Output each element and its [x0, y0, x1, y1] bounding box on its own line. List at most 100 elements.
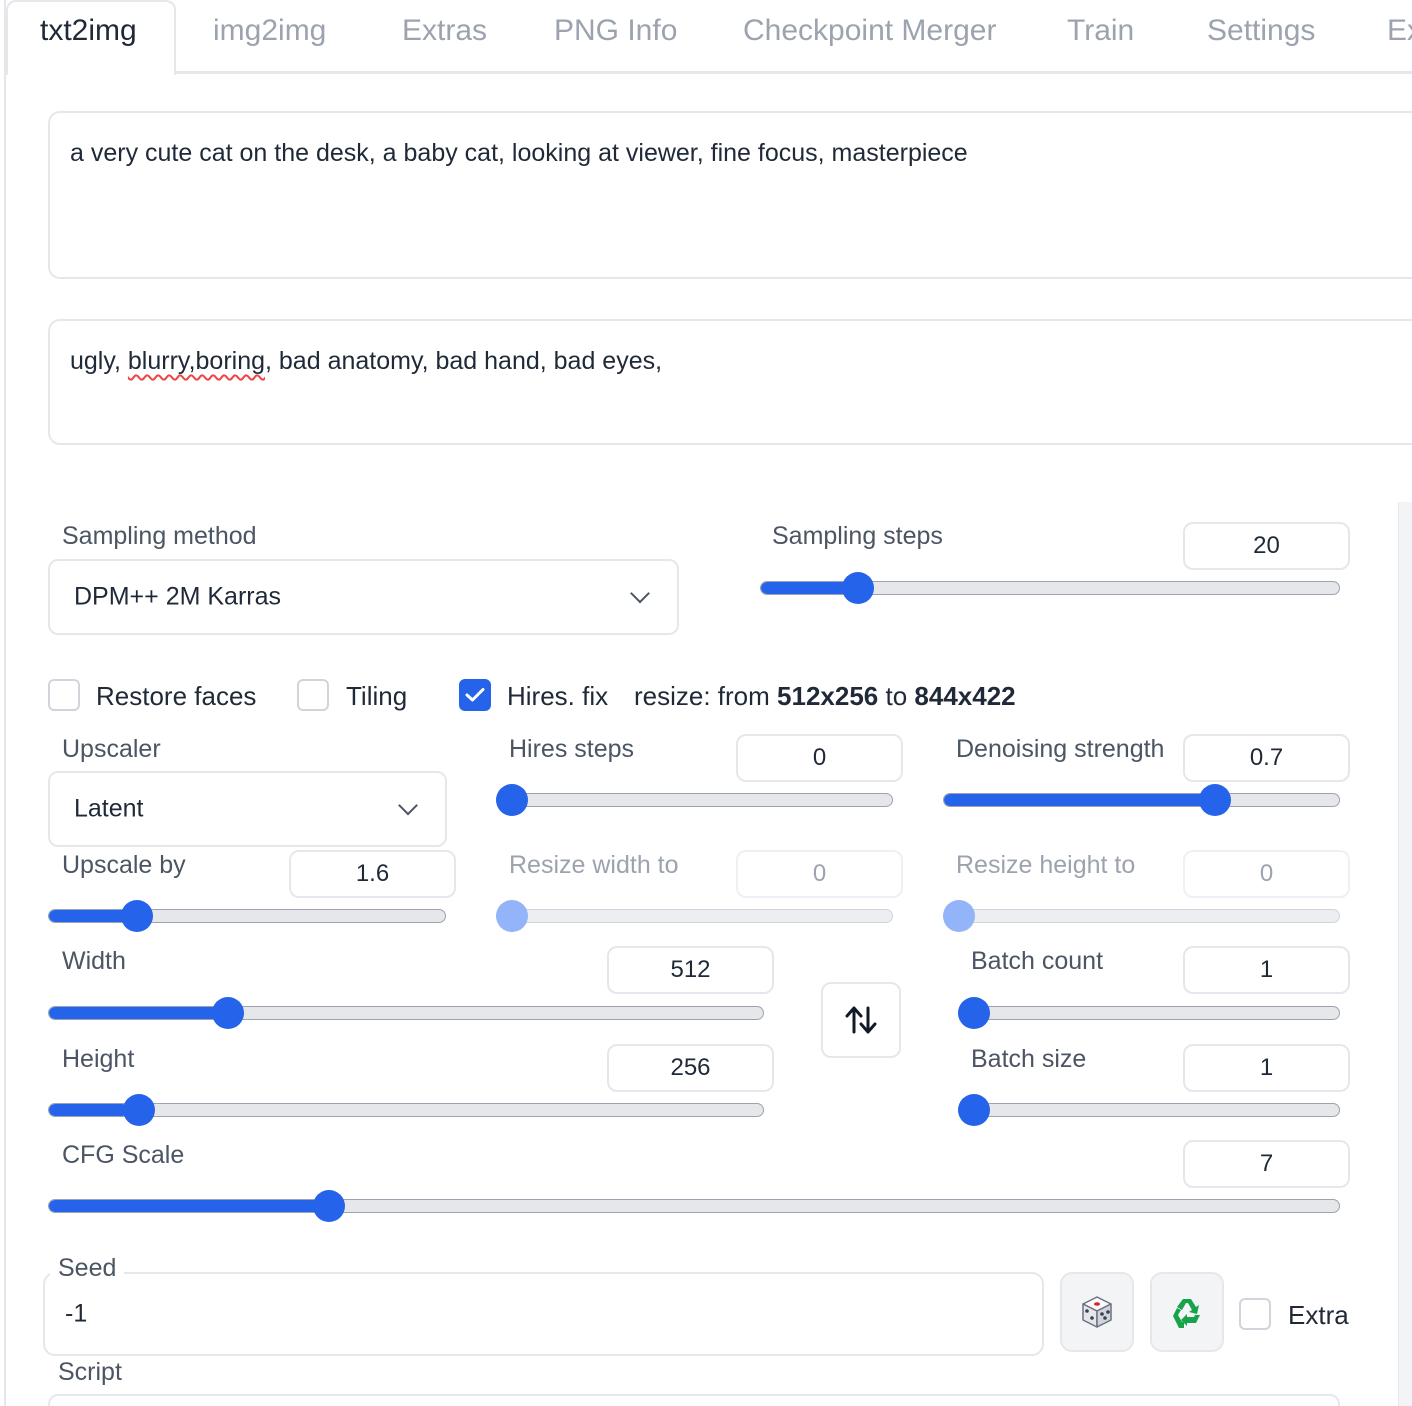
sampling-steps-input[interactable]: 20: [1183, 522, 1350, 570]
tiling-checkbox[interactable]: [297, 679, 329, 711]
prompt-text: a very cute cat on the desk, a baby cat,…: [70, 139, 968, 167]
batch-count-label: Batch count: [971, 947, 1104, 975]
tab-settings[interactable]: Settings: [1207, 14, 1315, 48]
reuse-seed-button[interactable]: [1150, 1272, 1224, 1352]
sampling-method-label: Sampling method: [62, 522, 257, 550]
tab-checkpoint-merger[interactable]: Checkpoint Merger: [743, 14, 996, 48]
resize-height-input[interactable]: 0: [1183, 850, 1350, 898]
script-dropdown[interactable]: [48, 1394, 1340, 1406]
batch-count-track[interactable]: [958, 1006, 1340, 1020]
hires-steps-input[interactable]: 0: [736, 734, 903, 782]
tab-txt2img[interactable]: txt2img: [40, 14, 137, 48]
swap-dimensions-button[interactable]: [821, 982, 901, 1058]
height-label: Height: [62, 1045, 135, 1073]
height-input[interactable]: 256: [607, 1044, 774, 1092]
seed-value: -1: [65, 1299, 88, 1328]
cfg-scale-track[interactable]: [48, 1199, 1340, 1213]
seed-input[interactable]: -1: [43, 1272, 1044, 1356]
sampling-steps-thumb[interactable]: [842, 572, 875, 604]
resize-hint-prefix: resize: from: [634, 681, 778, 711]
resize-hint: resize: from 512x256 to 844x422: [634, 681, 1016, 712]
checkmark-icon: [465, 688, 485, 702]
height-fill: [49, 1104, 128, 1116]
sampling-steps-fill: [761, 582, 848, 594]
tab-img2img[interactable]: img2img: [213, 14, 326, 48]
right-panel-edge: [1398, 502, 1412, 1406]
hires-fix-label: Hires. fix: [507, 681, 609, 711]
width-label: Width: [62, 947, 126, 975]
script-label: Script: [58, 1358, 122, 1386]
resize-from-size: 512x256: [777, 681, 879, 711]
swap-vertical-arrows-icon: [845, 1006, 877, 1034]
upscale-by-thumb[interactable]: [121, 900, 154, 932]
tab-png-info[interactable]: PNG Info: [554, 14, 677, 48]
upscale-by-input[interactable]: 1.6: [289, 850, 456, 898]
resize-width-thumb[interactable]: [496, 900, 528, 932]
height-track[interactable]: [48, 1103, 764, 1117]
spellcheck-flagged-text: blurry,boring: [127, 347, 266, 375]
recycle-icon: [1173, 1299, 1200, 1328]
width-track[interactable]: [48, 1006, 764, 1020]
hires-steps-label: Hires steps: [509, 735, 635, 763]
tiling-label: Tiling: [346, 681, 408, 711]
seed-label: Seed: [50, 1254, 125, 1283]
batch-size-thumb[interactable]: [958, 1094, 990, 1126]
cfg-scale-label: CFG Scale: [62, 1141, 185, 1169]
resize-width-input[interactable]: 0: [736, 850, 903, 898]
chevron-down-icon: [630, 583, 650, 604]
sampling-method-dropdown[interactable]: DPM++ 2M Karras: [48, 559, 679, 635]
denoising-strength-fill: [944, 794, 1221, 806]
denoising-strength-thumb[interactable]: [1198, 784, 1231, 816]
hires-fix-checkbox[interactable]: [459, 679, 491, 711]
upscaler-label: Upscaler: [62, 735, 161, 763]
denoising-strength-label: Denoising strength: [956, 735, 1165, 763]
denoising-strength-input[interactable]: 0.7: [1183, 734, 1350, 782]
dice-icon: [1082, 1296, 1112, 1328]
width-fill: [49, 1007, 221, 1019]
negative-prompt-part: ugly,: [70, 347, 128, 375]
sampling-method-value: DPM++ 2M Karras: [74, 582, 282, 611]
resize-height-thumb[interactable]: [943, 900, 975, 932]
resize-hint-middle: to: [878, 681, 915, 711]
prompt-textarea[interactable]: a very cute cat on the desk, a baby cat,…: [48, 111, 1412, 279]
upscale-by-label: Upscale by: [62, 851, 186, 879]
tab-extensions[interactable]: Ex: [1387, 14, 1412, 48]
width-thumb[interactable]: [212, 997, 245, 1029]
batch-size-label: Batch size: [971, 1045, 1087, 1073]
batch-size-input[interactable]: 1: [1183, 1044, 1350, 1092]
sampling-steps-label: Sampling steps: [772, 522, 943, 550]
tab-train[interactable]: Train: [1067, 14, 1134, 48]
batch-size-track[interactable]: [958, 1103, 1340, 1117]
batch-count-thumb[interactable]: [958, 997, 990, 1029]
resize-height-label: Resize height to: [956, 851, 1136, 879]
hires-steps-thumb[interactable]: [496, 784, 528, 816]
width-input[interactable]: 512: [607, 946, 774, 994]
extra-seed-checkbox[interactable]: [1239, 1298, 1271, 1330]
chevron-down-icon: [398, 795, 418, 816]
negative-prompt-part: , bad anatomy, bad hand, bad eyes,: [265, 347, 663, 375]
tab-bar-underline: [176, 71, 1412, 74]
cfg-scale-fill: [49, 1200, 320, 1212]
upscaler-dropdown[interactable]: Latent: [48, 771, 447, 847]
cfg-scale-input[interactable]: 7: [1183, 1140, 1350, 1188]
restore-faces-label: Restore faces: [96, 681, 257, 711]
resize-to-size: 844x422: [914, 681, 1016, 711]
random-seed-button[interactable]: [1060, 1272, 1134, 1352]
upscale-by-fill: [49, 910, 129, 922]
resize-width-track[interactable]: [496, 909, 893, 923]
extra-seed-label: Extra: [1288, 1300, 1349, 1330]
negative-prompt-text: ugly, blurry,boring, bad anatomy, bad ha…: [70, 347, 662, 376]
cfg-scale-thumb[interactable]: [312, 1190, 345, 1222]
resize-height-track[interactable]: [943, 909, 1340, 923]
resize-width-label: Resize width to: [509, 851, 679, 879]
panel-border: [4, 0, 6, 1406]
negative-prompt-textarea[interactable]: ugly, blurry,boring, bad anatomy, bad ha…: [48, 319, 1412, 445]
height-thumb[interactable]: [123, 1094, 156, 1126]
denoising-strength-track[interactable]: [943, 793, 1340, 807]
hires-steps-track[interactable]: [496, 793, 893, 807]
batch-count-input[interactable]: 1: [1183, 946, 1350, 994]
restore-faces-checkbox[interactable]: [48, 679, 80, 711]
upscaler-value: Latent: [74, 794, 144, 823]
tab-extras[interactable]: Extras: [402, 14, 487, 48]
upscale-by-track[interactable]: [48, 909, 446, 923]
